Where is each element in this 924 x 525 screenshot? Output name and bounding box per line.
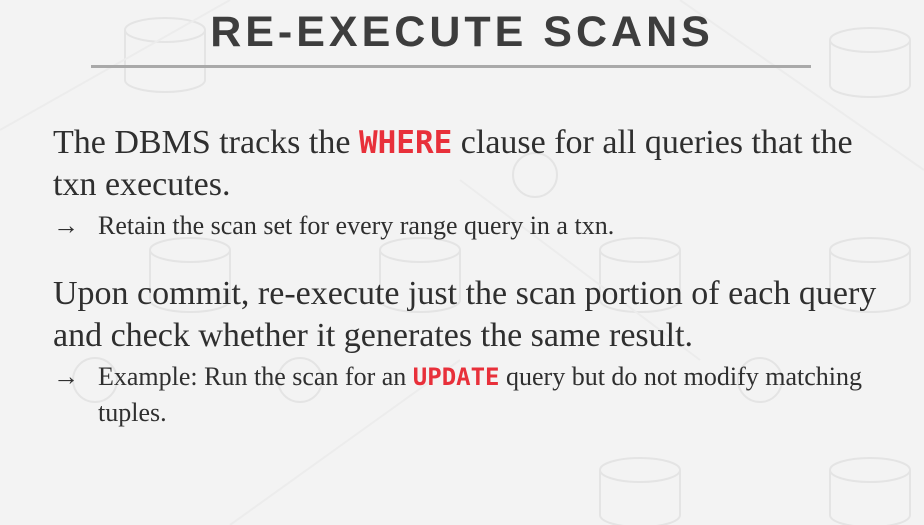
arrow-icon: → [53,362,79,391]
title-divider [91,65,811,68]
slide-title: RE-EXECUTE SCANS [210,8,714,56]
sub-bullet-scan-set: → Retain the scan set for every range que… [53,208,903,243]
bullet-commit-reexecute: Upon commit, re-execute just the scan po… [53,275,877,354]
slide-body: The DBMS tracks the WHERE clause for all… [53,122,903,430]
sub-bullet-example: → Example: Run the scan for an UPDATE que… [53,359,903,430]
keyword-where: WHERE [358,125,453,161]
slide: RE-EXECUTE SCANS The DBMS tracks the WHE… [0,0,924,525]
bullet-where-clause: The DBMS tracks the WHERE clause for all… [53,124,853,203]
arrow-icon: → [53,211,79,240]
keyword-update: UPDATE [412,363,500,391]
